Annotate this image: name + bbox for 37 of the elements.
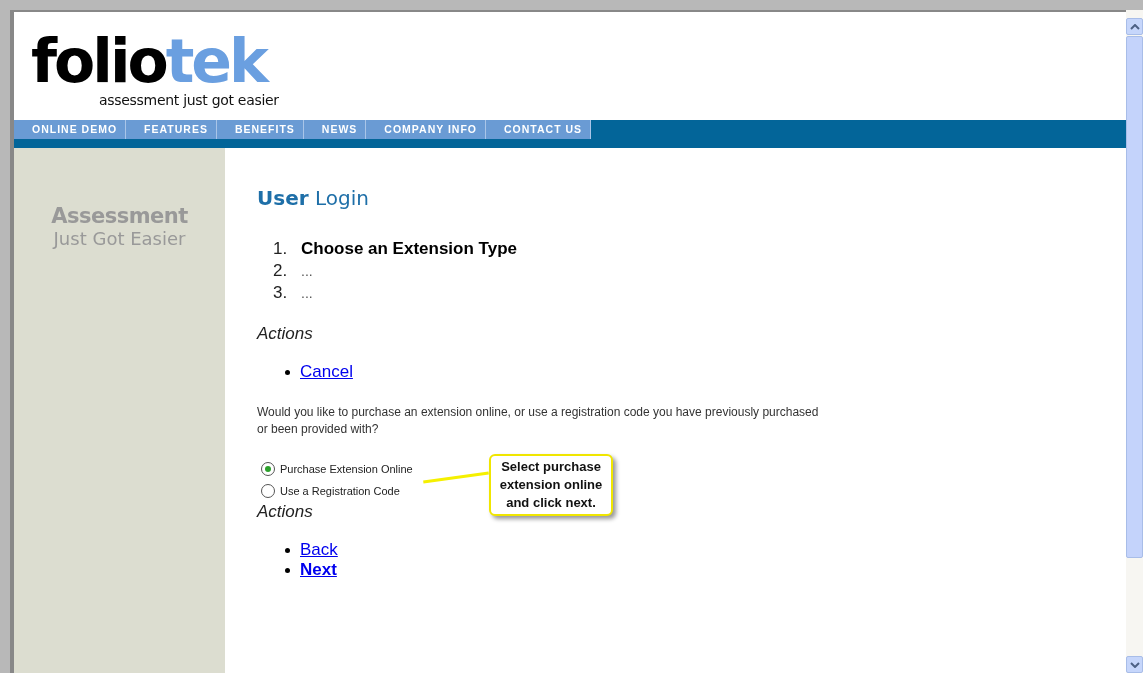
step-number: 3. (273, 282, 289, 304)
step-label: ... (301, 284, 313, 303)
question-text: Would you like to purchase an extension online, or use a registration code you have previously purchased or been provided with? (257, 404, 820, 438)
actions-heading: Actions (257, 502, 313, 522)
sidebar-title: Assessment (51, 204, 188, 228)
logo: foliotek (31, 30, 266, 92)
callout-tooltip: Select purchase extension online and click next. (489, 454, 613, 516)
nav-link[interactable]: FEATURES (126, 120, 217, 139)
step-number: 1. (273, 238, 289, 260)
scroll-thumb[interactable] (1126, 36, 1143, 558)
nav-step-link[interactable]: Back (300, 540, 338, 560)
nav-link[interactable]: BENEFITS (216, 120, 304, 139)
nav-step-link[interactable]: Next (300, 560, 337, 580)
step-label: Choose an Extension Type (301, 238, 517, 260)
bullet-icon (285, 567, 290, 573)
chevron-up-icon (1129, 23, 1140, 30)
nav-link[interactable]: ONLINE DEMO (14, 120, 127, 139)
scroll-down-button[interactable] (1126, 656, 1143, 673)
nav-link[interactable]: COMPANY INFO (366, 120, 487, 139)
chevron-down-icon (1129, 661, 1140, 668)
scroll-up-button[interactable] (1126, 18, 1143, 35)
page-heading: User Login (257, 186, 369, 210)
logo-tagline: assessment just got easier (99, 92, 279, 108)
sidebar-subtitle: Just Got Easier (53, 228, 186, 249)
radio-button[interactable] (261, 462, 275, 476)
bullet-icon (285, 547, 290, 553)
actions-heading: Actions (257, 324, 313, 344)
cancel-link[interactable]: Cancel (300, 362, 353, 382)
scrollbar[interactable] (1126, 10, 1143, 673)
radio-label[interactable]: Purchase Extension Online (280, 463, 413, 475)
nav-link[interactable]: CONTACT US (486, 120, 592, 139)
radio-button[interactable] (261, 484, 275, 498)
radio-label[interactable]: Use a Registration Code (280, 485, 400, 497)
step-label: ... (301, 262, 313, 281)
bullet-icon (285, 369, 290, 375)
step-number: 2. (273, 260, 289, 282)
nav-link[interactable]: NEWS (303, 120, 367, 139)
